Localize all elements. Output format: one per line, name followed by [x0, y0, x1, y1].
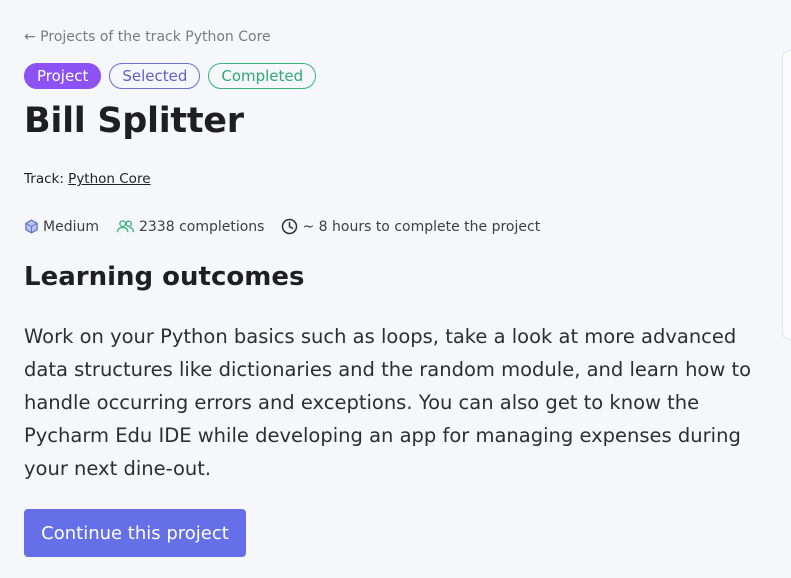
duration-label: ~ 8 hours to complete the project [302, 218, 541, 235]
page-title: Bill Splitter [24, 101, 244, 141]
completions-label: 2338 completions [138, 218, 265, 235]
users-icon [116, 220, 135, 233]
project-badge: Project [24, 63, 102, 89]
status-badges: Project Selected Completed [24, 63, 317, 89]
project-meta: Medium 2338 completions ~ 8 hours to com… [24, 218, 557, 235]
hexagon-icon [25, 219, 38, 234]
selected-badge: Selected [109, 63, 201, 89]
track-label: Track: [24, 171, 64, 187]
learning-outcomes-text: Work on your Python basics such as loops… [24, 325, 752, 480]
difficulty-label: Medium [43, 218, 99, 235]
track-line: Track: Python Core [24, 171, 151, 187]
learning-outcomes-heading: Learning outcomes [24, 262, 305, 292]
completions-item: 2338 completions [116, 219, 264, 235]
clock-icon [282, 218, 298, 235]
continue-project-button[interactable]: Continue this project [24, 509, 246, 557]
side-panel-edge [782, 50, 791, 340]
duration-item: ~ 8 hours to complete the project [281, 218, 540, 235]
back-link[interactable]: ← Projects of the track Python Core [24, 29, 271, 45]
difficulty-item: Medium [24, 219, 99, 235]
track-link[interactable]: Python Core [68, 171, 150, 187]
completed-badge: Completed [208, 63, 317, 89]
